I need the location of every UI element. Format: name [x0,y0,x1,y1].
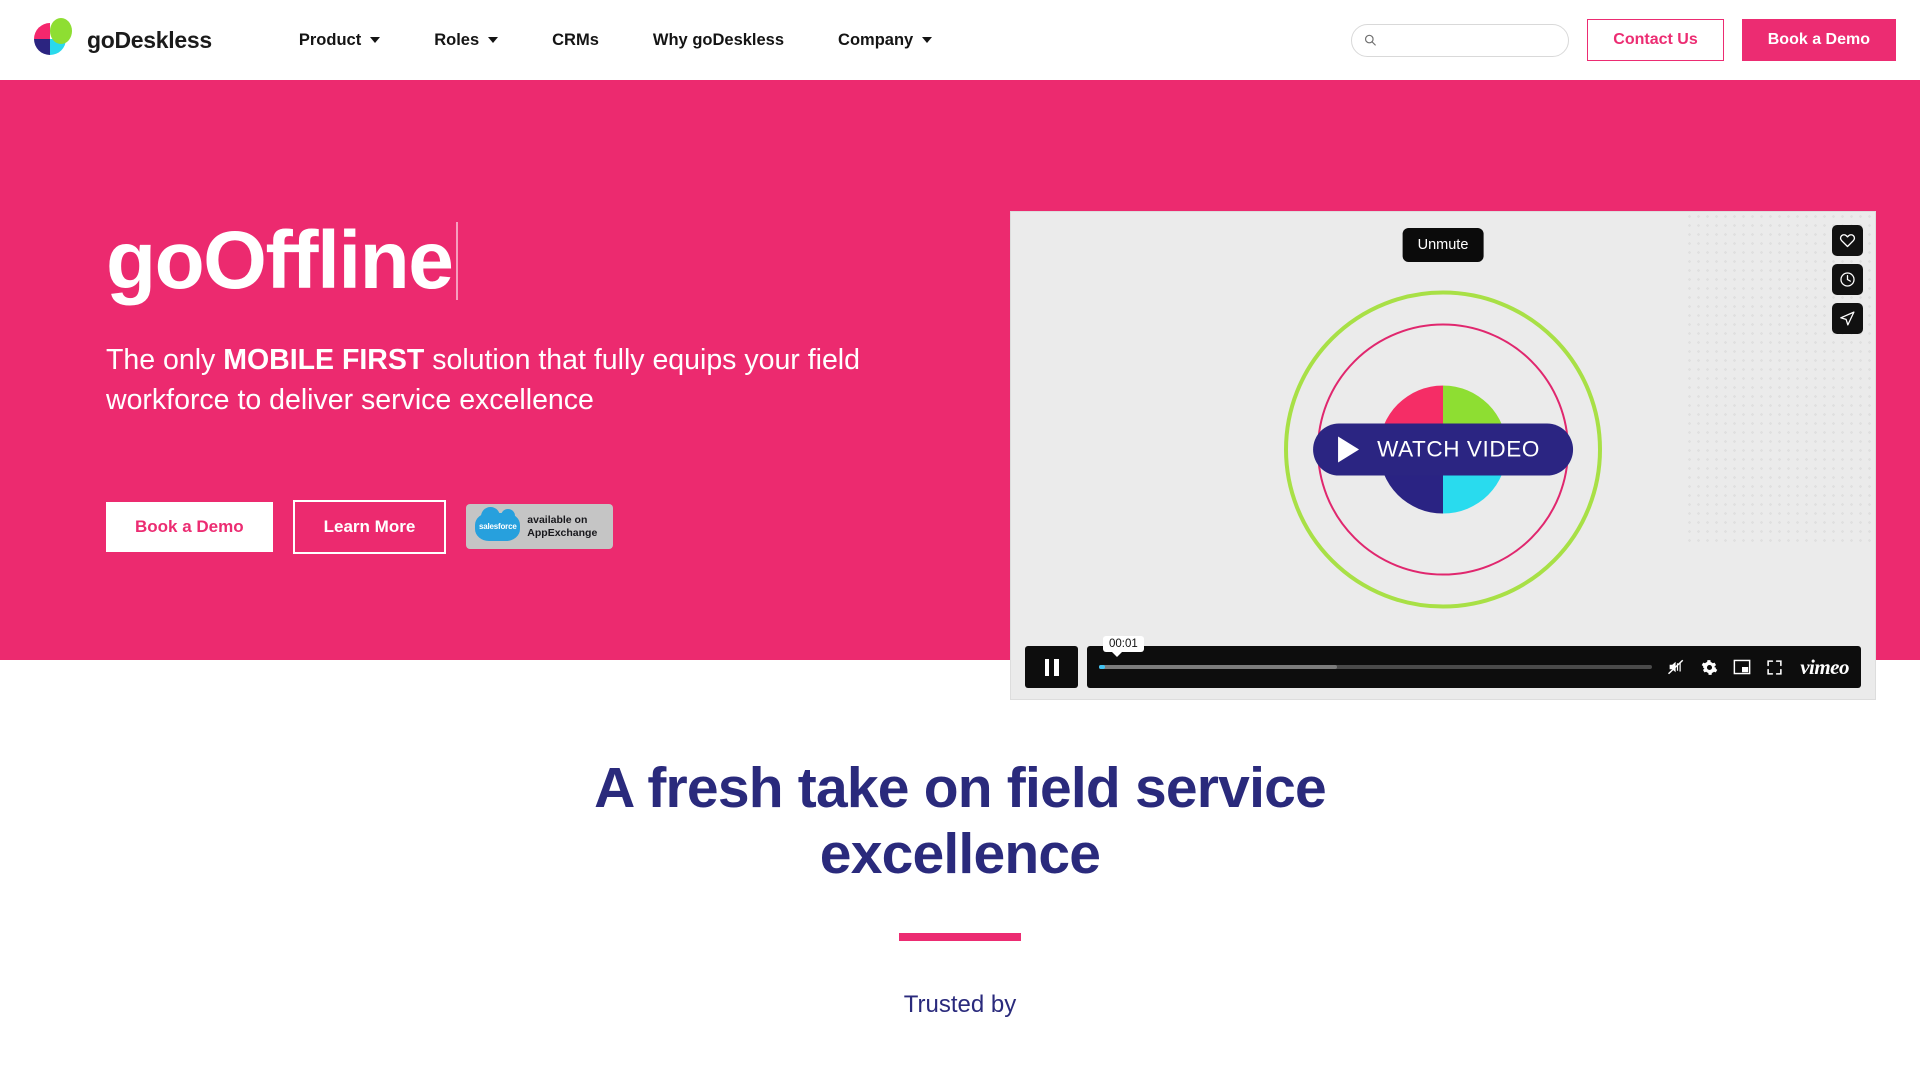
watch-video-button[interactable]: WATCH VIDEO [1313,423,1573,476]
video-side-actions [1832,225,1863,334]
video-control-icons: vimeo [1666,655,1849,680]
pause-button[interactable] [1025,646,1078,688]
learn-more-button[interactable]: Learn More [292,499,447,554]
book-a-demo-nav-button[interactable]: Book a Demo [1741,19,1896,61]
hero-subtitle: The only MOBILE FIRST solution that full… [106,340,936,421]
vimeo-logo[interactable]: vimeo [1800,655,1849,680]
current-time-tooltip: 00:01 [1103,636,1144,657]
chevron-down-icon [370,37,381,43]
nav-label: Roles [434,30,480,49]
volume-muted-icon [1668,659,1684,675]
primary-nav: Product Roles CRMs Why goDeskless Compan… [272,21,959,60]
trusted-by-label: Trusted by [903,991,1017,1019]
appexchange-text: available on AppExchange [527,514,597,540]
nav-item-crms[interactable]: CRMs [525,21,626,60]
vimeo-video-player[interactable]: Unmute WATCH VIDEO 00:01 vimeo [1010,211,1876,700]
nav-label: CRMs [552,30,599,49]
hero-section: goOffline The only MOBILE FIRST solution… [0,80,1920,700]
fresh-take-section: A fresh take on field service excellence… [0,660,1920,1080]
client-logo-3 [1035,1065,1125,1080]
salesforce-cloud-icon: salesforce [475,506,521,541]
nav-label: Company [838,30,914,49]
video-progress-container: 00:01 vimeo [1087,636,1861,688]
nav-item-roles[interactable]: Roles [407,21,525,60]
watch-video-label: WATCH VIDEO [1377,436,1540,462]
nav-label: Product [298,30,362,49]
nav-item-why-godeskless[interactable]: Why goDeskless [626,21,811,60]
share-button[interactable] [1832,303,1863,334]
hero-subtitle-pre: The only [106,344,224,376]
contact-us-button[interactable]: Contact Us [1587,19,1724,61]
progress-scrubber[interactable]: 00:01 [1099,636,1653,669]
pause-icon-bar [1054,658,1059,676]
hero-actions: Book a Demo Learn More salesforce availa… [106,499,1000,554]
picture-in-picture-button[interactable] [1733,659,1751,675]
progress-buffered [1099,665,1337,669]
section-divider [899,933,1021,942]
typing-caret [456,222,459,300]
hero-content: goOffline The only MOBILE FIRST solution… [0,80,1000,660]
search-input[interactable] [1384,32,1557,48]
client-logo-2 [795,1065,885,1080]
watch-later-button[interactable] [1832,264,1863,295]
section-heading: A fresh take on field service excellence [0,755,1920,887]
salesforce-wordmark: salesforce [478,522,517,532]
nav-item-product[interactable]: Product [272,21,407,60]
volume-muted-button[interactable] [1666,658,1686,676]
appexchange-line2: AppExchange [527,526,598,539]
client-logo-1 [555,1065,645,1080]
book-a-demo-hero-button[interactable]: Book a Demo [106,501,273,552]
chevron-down-icon [488,37,499,43]
share-icon [1840,311,1855,326]
nav-actions: Contact Us Book a Demo [1351,19,1896,61]
appexchange-line1: available on [527,513,588,526]
top-navbar: goDeskless Product Roles CRMs Why goDesk… [0,0,1920,80]
picture-in-picture-icon [1733,659,1751,675]
video-controls-bar: 00:01 vimeo [1025,636,1861,688]
fullscreen-icon [1767,659,1782,675]
godeskless-logo-icon [28,17,74,63]
video-center-graphic: WATCH VIDEO [1282,288,1604,610]
settings-button[interactable] [1701,659,1718,676]
nav-item-company[interactable]: Company [811,21,959,60]
clock-icon [1840,272,1855,287]
salesforce-appexchange-badge[interactable]: salesforce available on AppExchange [466,504,614,550]
hero-subtitle-bold: MOBILE FIRST [223,344,425,376]
search-icon [1365,34,1377,46]
brand-logo-link[interactable]: goDeskless [28,17,212,63]
progress-played [1099,665,1106,669]
search-box[interactable] [1351,23,1570,57]
play-triangle-icon [1338,436,1360,463]
section-heading-line1: A fresh take on field service [594,756,1327,820]
brand-name: goDeskless [87,26,212,53]
fullscreen-button[interactable] [1766,659,1783,676]
hero-title: goOffline [106,215,459,306]
client-logo-4 [1275,1065,1365,1080]
pause-icon-bar [1044,658,1049,676]
nav-label: Why goDeskless [652,30,785,49]
gear-icon [1701,659,1718,675]
like-button[interactable] [1832,225,1863,256]
unmute-button[interactable]: Unmute [1402,228,1484,262]
section-heading-line2: excellence [819,822,1101,887]
heart-icon [1839,234,1856,248]
client-logos-row [0,1065,1920,1080]
chevron-down-icon [922,37,933,43]
hero-title-text: goOffline [106,215,454,306]
